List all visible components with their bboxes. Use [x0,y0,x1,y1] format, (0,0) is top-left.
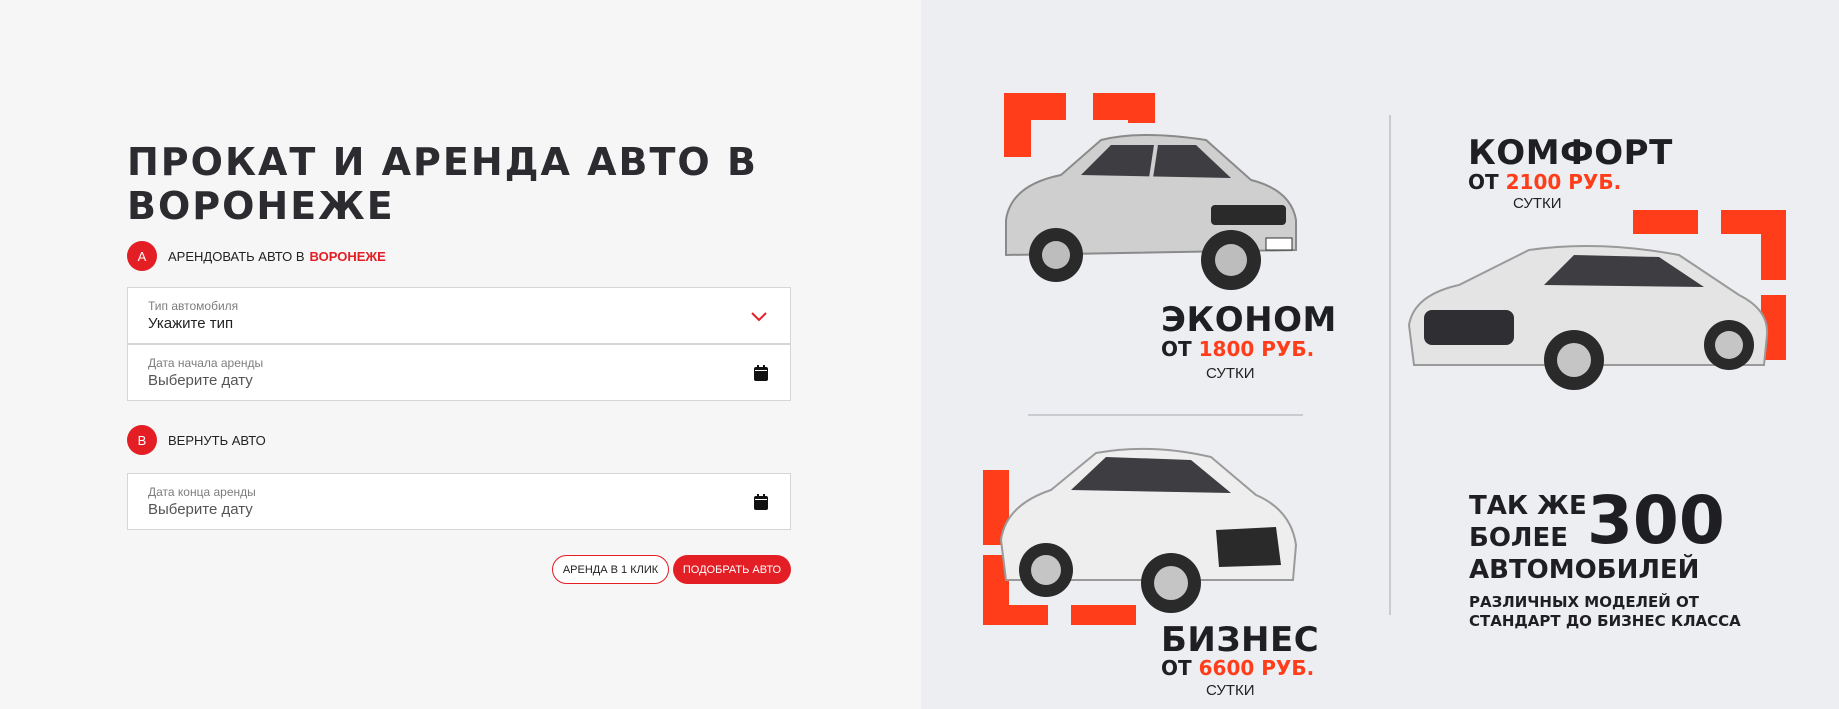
car-type-label: Тип автомобиля [148,299,239,313]
econom-price: ОТ 1800 РУБ. [1161,337,1315,361]
chevron-down-icon [750,310,768,328]
business-price: ОТ 6600 РУБ. [1161,656,1315,680]
econom-title: ЭКОНОМ [1161,300,1337,340]
step-a-badge: A [127,241,157,271]
comfort-car-image [1407,245,1769,390]
econom-car-image [1005,134,1297,290]
page-title: ПРОКАТ И АРЕНДА АВТО В ВОРОНЕЖЕ [127,140,758,228]
car-type-value: Укажите тип [148,315,234,332]
calendar-icon[interactable] [754,365,768,386]
start-date-field[interactable]: Дата начала аренды Выберите дату [127,344,791,401]
comfort-title: КОМФОРТ [1468,133,1673,173]
business-title: БИЗНЕС [1161,620,1320,660]
rental-form-panel: ПРОКАТ И АРЕНДА АВТО В ВОРОНЕЖЕ A АРЕНДО… [0,0,921,709]
start-date-label: Дата начала аренды [148,356,264,370]
one-click-rent-button[interactable]: АРЕНДА В 1 КЛИК [552,555,669,584]
step-b-badge: B [127,425,157,455]
promo-banner: ЭКОНОМ ОТ 1800 РУБ. СУТКИ КОМФОРТ ОТ 210… [921,0,1839,709]
start-date-placeholder: Выберите дату [148,372,253,389]
step-b: B ВЕРНУТЬ АВТО [127,425,266,455]
comfort-price: ОТ 2100 РУБ. [1468,170,1622,194]
business-unit: СУТКИ [1206,682,1255,699]
car-type-select[interactable]: Тип автомобиля Укажите тип [127,287,791,344]
econom-unit: СУТКИ [1206,365,1255,382]
step-a-label: АРЕНДОВАТЬ АВТО В [168,248,305,264]
city-link[interactable]: ВОРОНЕЖЕ [310,249,386,264]
business-car-image [999,447,1298,613]
step-b-label: ВЕРНУТЬ АВТО [168,432,266,448]
horizontal-divider [1028,414,1303,416]
calendar-icon[interactable] [754,494,768,515]
comfort-unit: СУТКИ [1513,195,1562,212]
pick-car-button[interactable]: ПОДОБРАТЬ АВТО [673,555,791,584]
more-cars-number: 300 [1587,482,1725,559]
end-date-label: Дата конца аренды [148,485,256,499]
vertical-divider [1389,115,1391,615]
end-date-placeholder: Выберите дату [148,501,253,518]
end-date-field[interactable]: Дата конца аренды Выберите дату [127,473,791,530]
step-a: A АРЕНДОВАТЬ АВТО В ВОРОНЕЖЕ [127,241,386,271]
more-cars-subtitle: РАЗЛИЧНЫХ МОДЕЛЕЙ ОТ СТАНДАРТ ДО БИЗНЕС … [1469,593,1741,630]
